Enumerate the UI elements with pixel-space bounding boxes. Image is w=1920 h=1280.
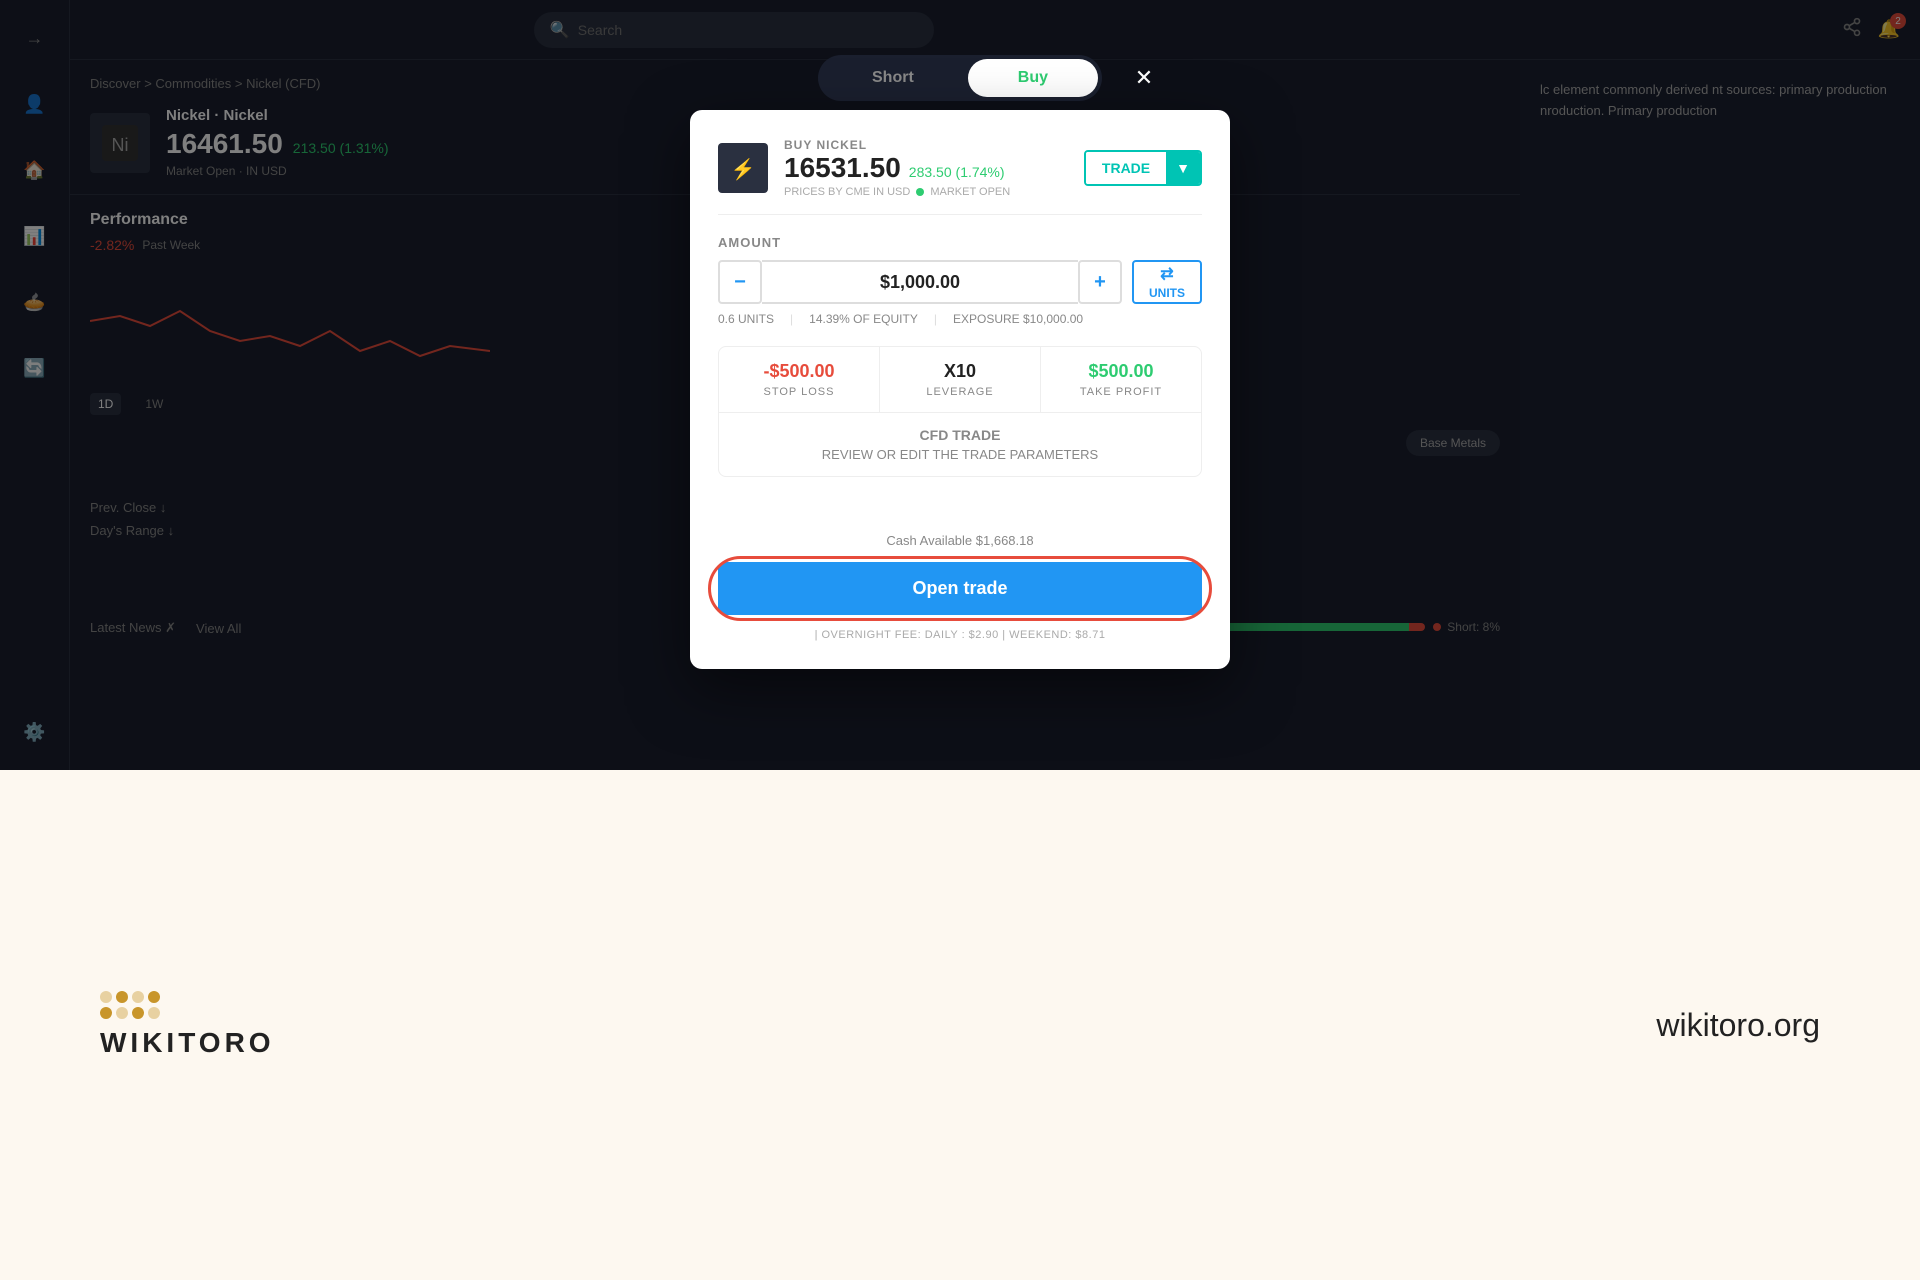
logo-dot-3: [132, 991, 144, 1003]
modal-tabs: Short Buy ✕: [818, 55, 1102, 101]
footer: WIKITORO wikitoro.org: [0, 770, 1920, 1280]
logo-dot-8: [148, 1007, 160, 1019]
footer-website: wikitoro.org: [1656, 1007, 1820, 1044]
svg-text:⚡: ⚡: [731, 157, 756, 181]
units-arrows-icon: ⇄: [1160, 264, 1173, 284]
market-open-dot: [916, 188, 924, 196]
amount-controls: − + ⇄ UNITS: [718, 260, 1202, 304]
trade-params: -$500.00 STOP LOSS X10 LEVERAGE $500.00 …: [718, 346, 1202, 477]
amount-label: AMOUNT: [718, 235, 1202, 250]
stop-loss-cell[interactable]: -$500.00 STOP LOSS: [719, 347, 880, 412]
increase-amount-button[interactable]: +: [1078, 260, 1122, 304]
cash-available: Cash Available $1,668.18: [718, 533, 1202, 548]
dialog-header: ⚡ BUY NICKEL 16531.50 283.50 (1.74%) PRI…: [718, 138, 1202, 215]
dialog-price: 16531.50: [784, 152, 901, 184]
logo-dot-4: [148, 991, 160, 1003]
trade-dropdown[interactable]: TRADE ▼: [1084, 150, 1202, 186]
units-value: 0.6 UNITS: [718, 312, 774, 326]
leverage-cell[interactable]: X10 LEVERAGE: [880, 347, 1041, 412]
logo-dot-7: [132, 1007, 144, 1019]
logo-dot-1: [100, 991, 112, 1003]
modal-tabs-container: Short Buy ✕: [818, 55, 1102, 100]
exposure-value: EXPOSURE $10,000.00: [953, 312, 1083, 326]
take-profit-label: TAKE PROFIT: [1057, 386, 1185, 398]
modal-close-button[interactable]: ✕: [1126, 60, 1162, 96]
open-trade-button[interactable]: Open trade: [718, 562, 1202, 615]
trade-dropdown-label: TRADE: [1086, 152, 1166, 184]
footer-logo-text: WIKITORO: [100, 1027, 275, 1059]
trade-dropdown-arrow[interactable]: ▼: [1166, 152, 1200, 184]
cfd-subtitle: REVIEW OR EDIT THE TRADE PARAMETERS: [735, 447, 1185, 462]
units-toggle-button[interactable]: ⇄ UNITS: [1132, 260, 1202, 304]
units-label: UNITS: [1149, 286, 1185, 300]
stop-loss-label: STOP LOSS: [735, 386, 863, 398]
dialog-price-change: 283.50 (1.74%): [909, 164, 1005, 180]
dialog-instrument-info: BUY NICKEL 16531.50 283.50 (1.74%) PRICE…: [784, 138, 1068, 198]
take-profit-cell[interactable]: $500.00 TAKE PROFIT: [1041, 347, 1201, 412]
logo-dot-6: [116, 1007, 128, 1019]
logo-dot-5: [100, 1007, 112, 1019]
dialog-market-status: MARKET OPEN: [930, 186, 1010, 198]
leverage-value: X10: [896, 361, 1024, 382]
amount-details: 0.6 UNITS | 14.39% OF EQUITY | EXPOSURE …: [718, 312, 1202, 326]
tab-short[interactable]: Short: [822, 59, 964, 97]
take-profit-value: $500.00: [1057, 361, 1185, 382]
tab-buy[interactable]: Buy: [968, 59, 1098, 97]
logo-dots: [100, 991, 275, 1019]
overnight-fee: | OVERNIGHT FEE: DAILY : $2.90 | WEEKEND…: [718, 629, 1202, 641]
footer-logo: WIKITORO: [100, 991, 275, 1059]
trade-params-top-row: -$500.00 STOP LOSS X10 LEVERAGE $500.00 …: [719, 347, 1201, 413]
amount-section: AMOUNT − + ⇄ UNITS 0.6 UNITS | 14.39% OF…: [718, 235, 1202, 326]
prices-by: PRICES BY CME IN USD: [784, 186, 910, 198]
decrease-amount-button[interactable]: −: [718, 260, 762, 304]
equity-pct: 14.39% OF EQUITY: [809, 312, 918, 326]
nickel-icon: ⚡: [718, 143, 768, 193]
buy-action-label: BUY NICKEL: [784, 138, 1068, 152]
logo-dot-2: [116, 991, 128, 1003]
stop-loss-value: -$500.00: [735, 361, 863, 382]
leverage-label: LEVERAGE: [896, 386, 1024, 398]
amount-input[interactable]: [762, 260, 1078, 304]
dialog-meta: PRICES BY CME IN USD MARKET OPEN: [784, 186, 1068, 198]
cfd-info: CFD TRADE REVIEW OR EDIT THE TRADE PARAM…: [719, 413, 1201, 476]
trade-dialog: ⚡ BUY NICKEL 16531.50 283.50 (1.74%) PRI…: [690, 110, 1230, 669]
cfd-title: CFD TRADE: [735, 427, 1185, 443]
